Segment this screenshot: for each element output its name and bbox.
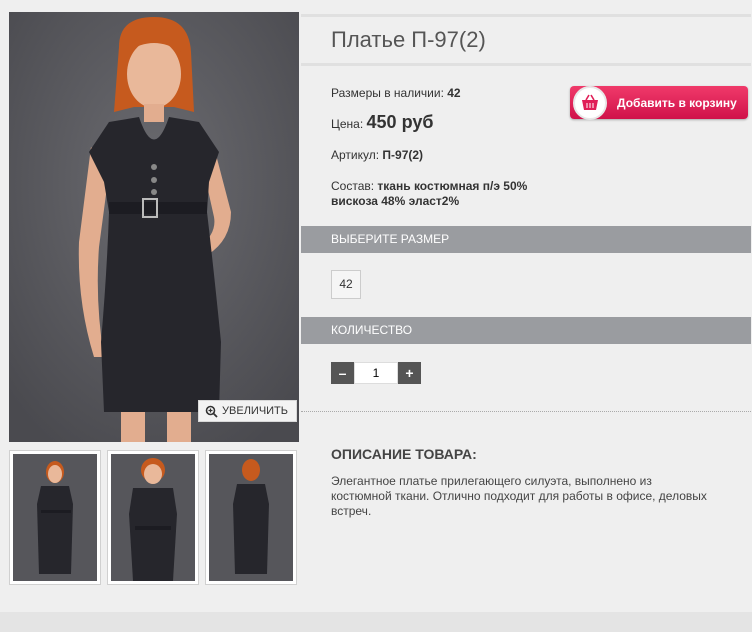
thumbnail-image (13, 454, 97, 581)
zoom-button[interactable]: УВЕЛИЧИТЬ (198, 400, 297, 422)
composition-value-1: ткань костюмная п/э 50% (377, 179, 528, 193)
quantity-section-header: КОЛИЧЕСТВО (301, 317, 751, 344)
basket-icon (573, 86, 607, 120)
main-product-image[interactable]: УВЕЛИЧИТЬ (9, 12, 299, 442)
thumbnail-image (111, 454, 195, 581)
description-title: ОПИСАНИЕ ТОВАРА: (331, 446, 477, 462)
description-text: Элегантное платье прилегающего силуэта, … (331, 474, 707, 518)
composition-value-2: вискоза 48% эласт2% (331, 194, 460, 208)
product-page: УВЕЛИЧИТЬ Платье П-97(2) Размеры в налич… (0, 0, 752, 612)
thumbnail-image (209, 454, 293, 581)
composition: Состав: ткань костюмная п/э 50% вискоза … (331, 179, 571, 209)
composition-label: Состав: (331, 179, 378, 193)
sku: Артикул: П-97(2) (331, 148, 571, 163)
zoom-label: УВЕЛИЧИТЬ (222, 405, 288, 417)
thumbnail-strip (9, 450, 297, 585)
title-bar: Платье П-97(2) (301, 14, 751, 66)
price-label: Цена: (331, 117, 367, 131)
zoom-in-icon (205, 405, 218, 418)
quantity-increase-button[interactable]: + (398, 362, 421, 384)
thumbnail-2[interactable] (107, 450, 199, 585)
sku-value: П-97(2) (382, 148, 424, 162)
product-info: Размеры в наличии: 42 Цена: 450 руб Арти… (331, 86, 571, 225)
thumbnail-1[interactable] (9, 450, 101, 585)
add-to-cart-label: Добавить в корзину (617, 95, 737, 110)
sizes-available: Размеры в наличии: 42 (331, 86, 571, 101)
sizes-label: Размеры в наличии: (331, 86, 448, 100)
add-to-cart-button[interactable]: Добавить в корзину (570, 86, 748, 120)
quantity-input[interactable] (354, 362, 398, 384)
sizes-value: 42 (447, 86, 461, 100)
size-option-42[interactable]: 42 (331, 270, 361, 299)
divider (301, 411, 751, 412)
page-title: Платье П-97(2) (331, 27, 486, 52)
model-photo (9, 12, 299, 442)
price-value: 450 руб (366, 112, 434, 132)
price: Цена: 450 руб (331, 112, 571, 132)
sku-label: Артикул: (331, 148, 383, 162)
quantity-decrease-button[interactable]: – (331, 362, 354, 384)
size-section-header: ВЫБЕРИТЕ РАЗМЕР (301, 226, 751, 253)
thumbnail-3[interactable] (205, 450, 297, 585)
footer-strip (0, 612, 752, 632)
quantity-stepper: – + (331, 362, 421, 384)
